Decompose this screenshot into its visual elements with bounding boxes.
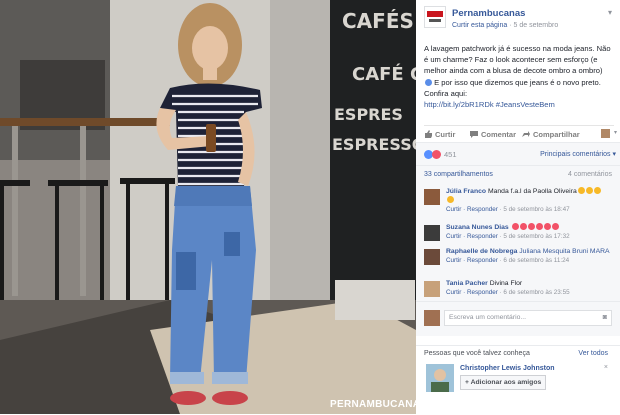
suggested-person: Christopher Lewis Johnston + Adicionar a… <box>424 364 614 394</box>
add-friend-icon: + <box>465 379 469 386</box>
comment-text: Manda f.a.l da Paolla Oliveira <box>487 188 577 195</box>
chalk-line-2: CAFÉ GEL <box>352 63 416 85</box>
heart-emoji-icon <box>535 223 543 230</box>
heart-emoji-icon <box>551 223 559 230</box>
add-friend-label: Adicionar aos amigos <box>470 379 542 386</box>
commenter-avatar[interactable] <box>424 281 440 297</box>
comment-time[interactable]: 5 de setembro às 18:47 <box>503 206 569 213</box>
like-label: Curtir <box>435 130 456 139</box>
post-side-panel: Pernambucanas Curtir esta página · 5 de … <box>416 0 620 414</box>
write-comment-area: Escreva um comentário... ◙ <box>416 301 620 336</box>
viewer-avatar <box>424 310 440 326</box>
post-header: Pernambucanas Curtir esta página · 5 de … <box>424 6 614 36</box>
post-date[interactable]: 5 de setembro <box>514 22 559 29</box>
brand-watermark: PERNAMBUCANAS <box>330 399 416 410</box>
page-name-link[interactable]: Pernambucanas <box>452 8 525 19</box>
person-name[interactable]: Christopher Lewis Johnston <box>460 365 555 372</box>
blue-heart-icon <box>425 78 432 86</box>
close-icon[interactable]: × <box>604 364 608 371</box>
heart-emoji-icon <box>527 223 535 230</box>
heart-emoji-icon <box>519 223 527 230</box>
chevron-down-icon[interactable]: ▾ <box>608 8 612 17</box>
comment-body: Tania Pacher Divina Flor Curtir · Respon… <box>446 280 570 296</box>
smiling-emoji-icon <box>577 187 585 194</box>
heart-emoji-icon <box>511 223 519 230</box>
comment-author[interactable]: Júlia Franco <box>446 188 486 195</box>
chalk-line-4: ESPRESSO D <box>332 135 416 154</box>
smiling-emoji-icon <box>593 187 601 194</box>
reactions-bar: 451 Principais comentários ▾ <box>416 142 620 165</box>
chalk-line-1: CAFÉS <box>342 9 414 33</box>
pymk-title: Pessoas que você talvez conheça <box>424 350 530 357</box>
comment-count[interactable]: 4 comentários <box>568 171 612 178</box>
see-all-link[interactable]: Ver todos <box>578 350 608 357</box>
commenter-avatar[interactable] <box>424 249 440 265</box>
comment-reply-links[interactable]: Curtir · Responder <box>446 257 498 264</box>
post-link[interactable]: http://bit.ly/2bR1RDk #JeansVesteBem <box>424 100 555 109</box>
like-button[interactable]: Curtir <box>424 130 455 139</box>
comment-button[interactable]: Comentar <box>470 130 516 139</box>
comment-sort-dropdown[interactable]: Principais comentários ▾ <box>540 150 616 158</box>
share-button[interactable]: Compartilhar <box>522 130 580 139</box>
share-icon <box>522 131 530 137</box>
follow-page-link[interactable]: Curtir esta página <box>452 22 507 29</box>
comment-reply-links[interactable]: Curtir · Responder <box>446 289 498 296</box>
heart-emoji-icon <box>543 223 551 230</box>
comment-author[interactable]: Suzana Nunes Dias <box>446 224 509 231</box>
photo-scene: CAFÉS CAFÉ GEL ESPRES ESPRESSO D <box>0 0 416 414</box>
add-friend-button[interactable]: + Adicionar aos amigos <box>460 375 547 390</box>
post-text: A lavagem patchwork já é sucesso na moda… <box>424 43 612 110</box>
people-you-may-know: Pessoas que você talvez conheça Ver todo… <box>416 345 620 415</box>
comment-time[interactable]: 6 de setembro às 11:24 <box>503 257 569 264</box>
commenter-avatar[interactable] <box>424 189 440 205</box>
comment-input[interactable]: Escreva um comentário... ◙ <box>444 310 612 326</box>
comment-reply-links[interactable]: Curtir · Responder <box>446 206 498 213</box>
comment-body: Raphaelle de Nobrega Juliana Mesquita Br… <box>446 248 610 264</box>
chalk-line-3: ESPRES <box>334 105 403 124</box>
share-label: Compartilhar <box>533 130 580 139</box>
comment-text: Divina Flor <box>489 280 523 287</box>
comment-reply-links[interactable]: Curtir · Responder <box>446 233 498 240</box>
share-count-link[interactable]: 33 compartilhamentos <box>424 171 493 178</box>
comment-body: Suzana Nunes Dias Curtir · Responder · 5… <box>446 223 570 240</box>
comment-author[interactable]: Raphaelle de Nobrega <box>446 248 517 255</box>
comment-icon <box>470 131 478 138</box>
comment-body: Júlia Franco Manda f.a.l da Paolla Olive… <box>446 187 614 214</box>
post-actions: Curtir Comentar Compartilhar ▾ <box>424 125 617 142</box>
caret-down-icon[interactable]: ▾ <box>614 129 617 136</box>
comment-input-placeholder: Escreva um comentário... <box>449 314 527 321</box>
page-logo[interactable] <box>424 6 446 28</box>
thumbs-up-icon <box>425 130 432 138</box>
post-body: A lavagem patchwork já é sucesso na moda… <box>424 44 611 76</box>
comment-time[interactable]: 5 de setembro às 17:32 <box>503 233 569 240</box>
smiling-emoji-icon <box>447 196 454 203</box>
person-avatar[interactable] <box>426 364 454 392</box>
love-reaction-icon[interactable] <box>432 150 441 159</box>
comment-text: Juliana Mesquita Bruni MARA <box>519 248 610 255</box>
page-meta: Curtir esta página · 5 de setembro <box>452 22 559 29</box>
reaction-count[interactable]: 451 <box>444 150 457 159</box>
viewer-avatar[interactable] <box>601 129 610 138</box>
commenter-avatar[interactable] <box>424 225 440 241</box>
camera-icon[interactable]: ◙ <box>603 314 607 321</box>
post-stats: 33 compartilhamentos 4 comentários <box>416 165 620 184</box>
post-body-end: E por isso que dizemos que jeans é o nov… <box>424 77 601 98</box>
smiling-emoji-icon <box>585 187 593 194</box>
comment-time[interactable]: 6 de setembro às 23:55 <box>503 289 569 296</box>
comment-author[interactable]: Tania Pacher <box>446 280 488 287</box>
comment-list: Júlia Franco Manda f.a.l da Paolla Olive… <box>416 183 620 301</box>
post-photo[interactable]: CAFÉS CAFÉ GEL ESPRES ESPRESSO D PERNAMB… <box>0 0 416 414</box>
comment-label: Comentar <box>481 130 517 139</box>
